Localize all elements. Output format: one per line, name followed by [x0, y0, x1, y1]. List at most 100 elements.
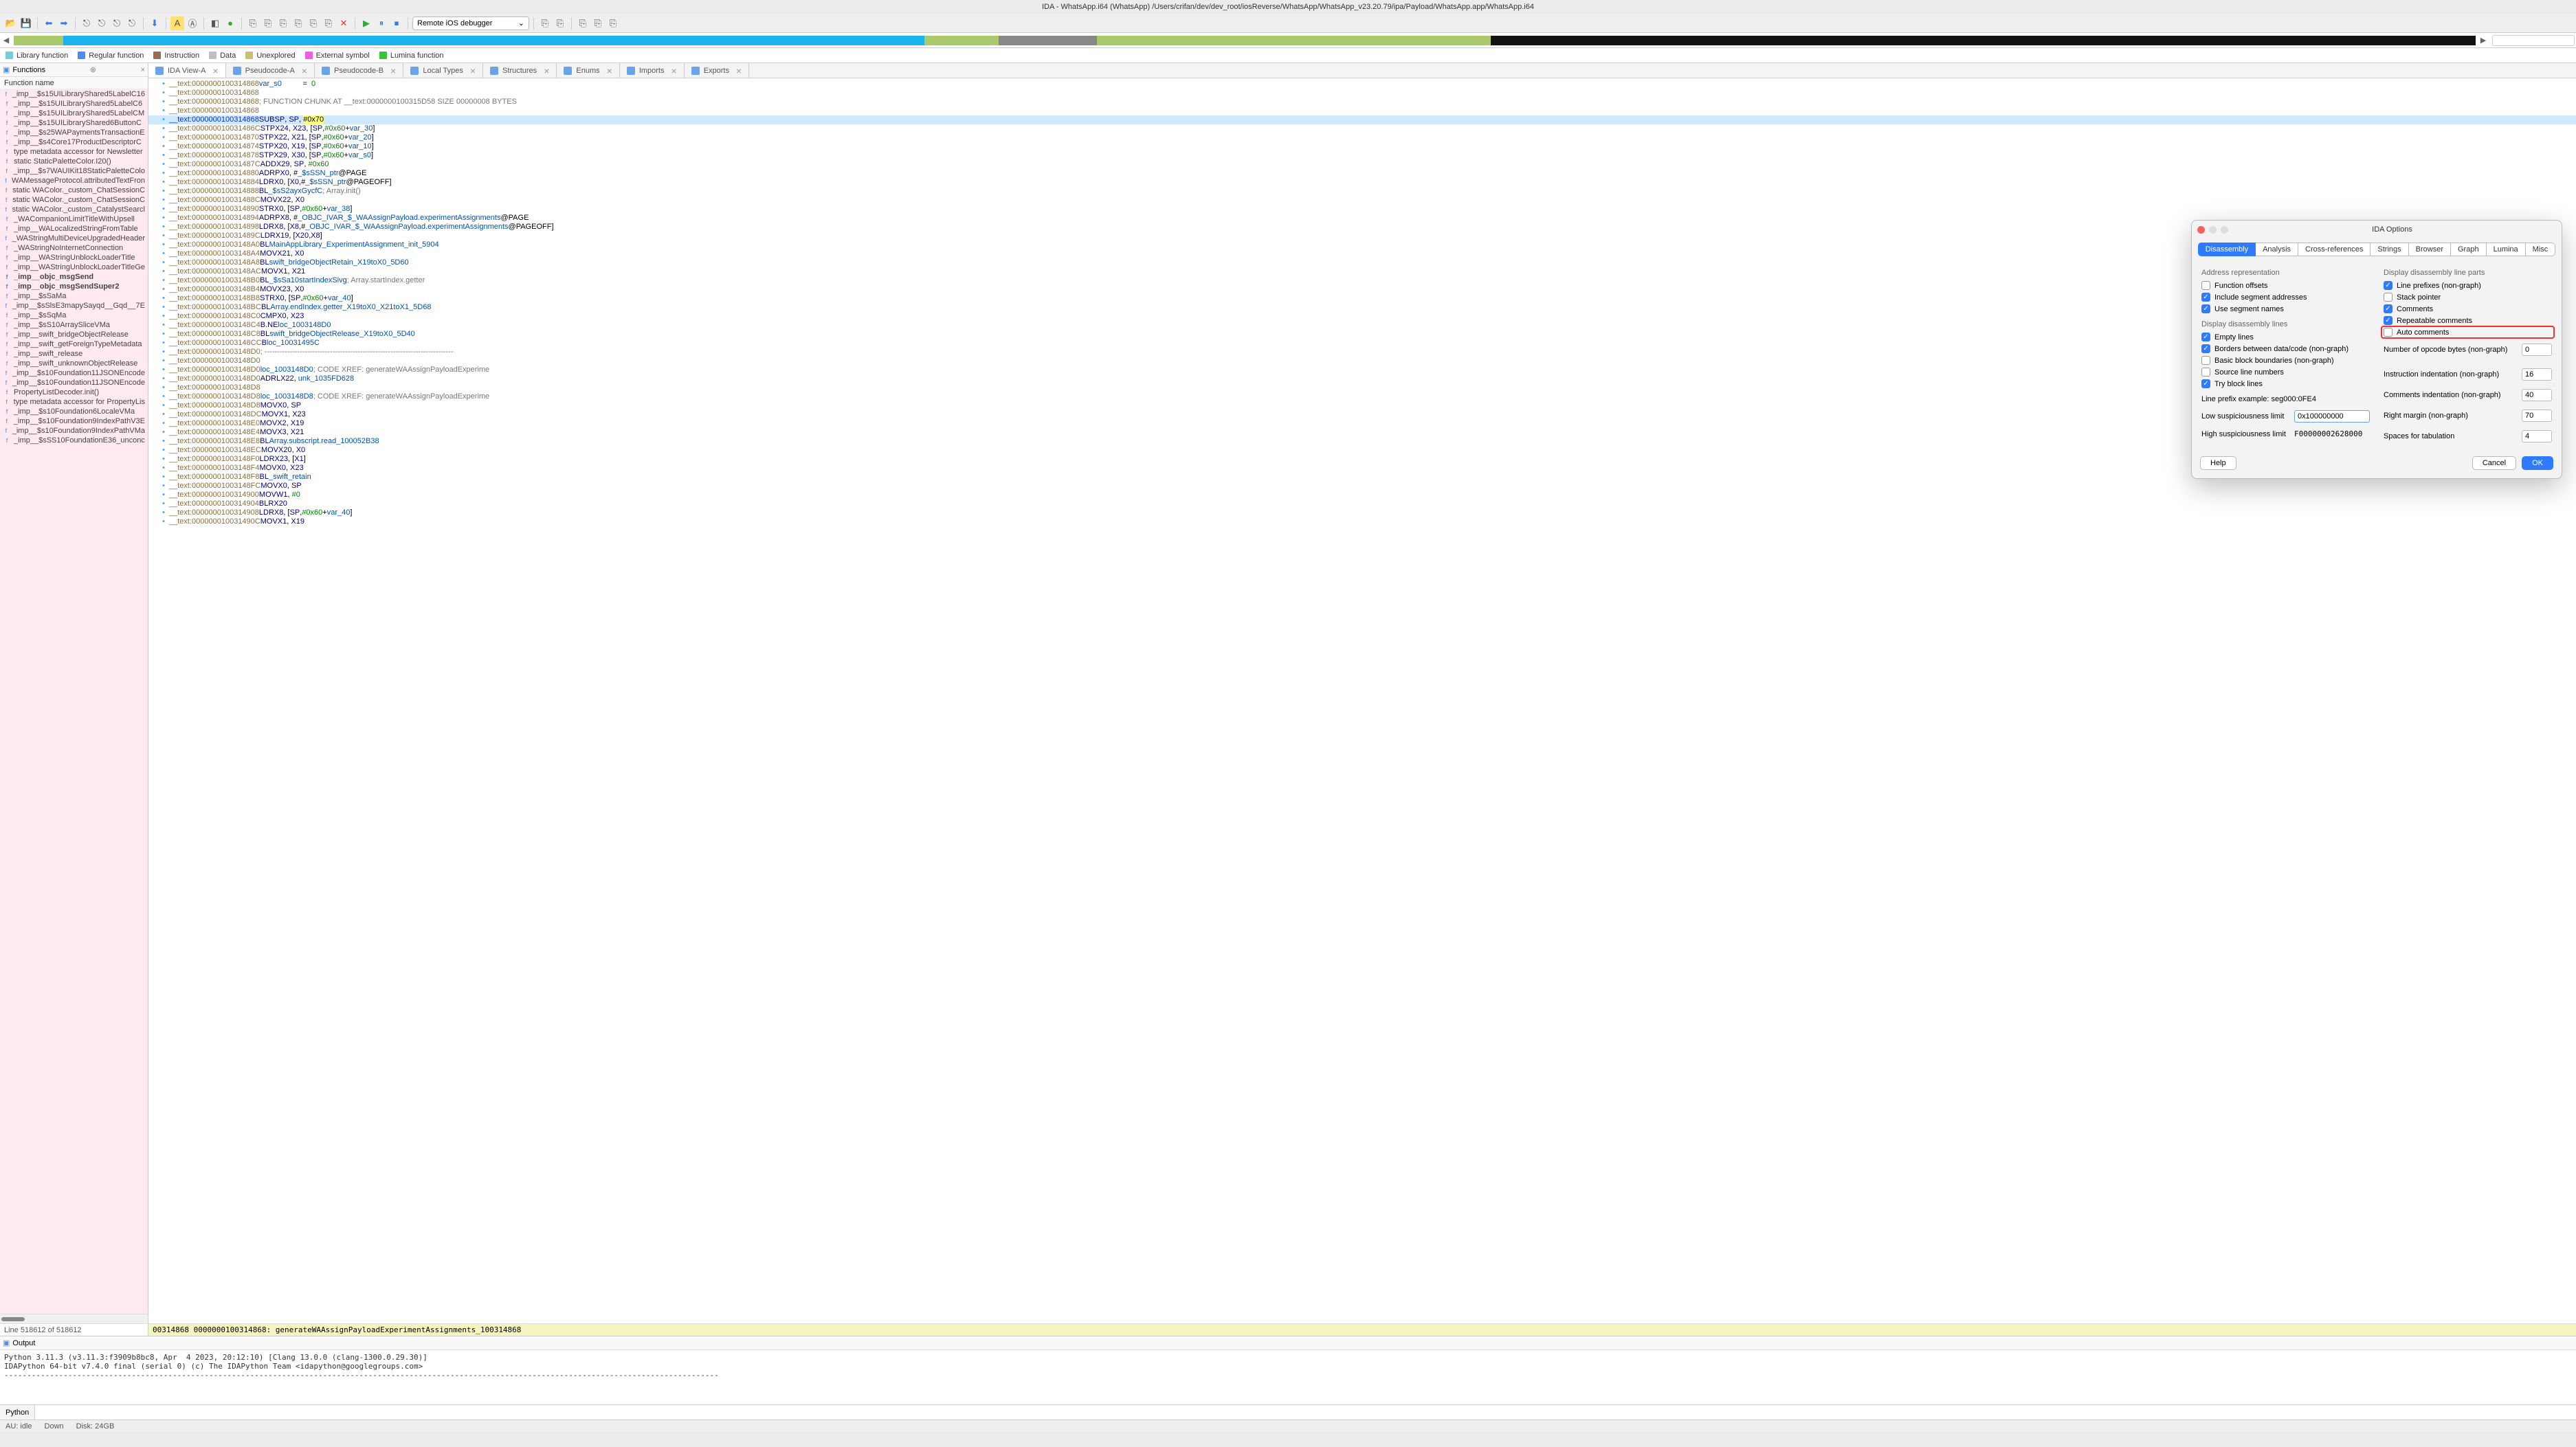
function-row[interactable]: f_imp__$s10Foundation11JSONEncode: [0, 368, 148, 378]
close-icon[interactable]: ×: [607, 65, 612, 76]
function-row[interactable]: f_imp__$s15UILibraryShared5LabelC6: [0, 99, 148, 109]
function-row[interactable]: f_imp__$sSS10FoundationE36_unconc: [0, 436, 148, 445]
tool-icon[interactable]: ⎋: [95, 16, 109, 30]
low-susp-input[interactable]: [2294, 410, 2370, 423]
checkbox-function-offsets[interactable]: Function offsets: [2201, 281, 2370, 290]
disasm-line[interactable]: • __text:0000000100314868 ; FUNCTION CHU…: [148, 98, 2576, 106]
function-row[interactable]: fstatic WAColor._custom_CatalystSearcl: [0, 205, 148, 214]
tool-icon[interactable]: ⎘: [576, 16, 590, 30]
instr-indent-input[interactable]: [2522, 368, 2552, 381]
tool-icon[interactable]: ⎘: [591, 16, 605, 30]
tool-icon[interactable]: ⎋: [80, 16, 93, 30]
disasm-line[interactable]: • __text:0000000100314888 BL _$sS2ayxGyc…: [148, 187, 2576, 196]
tool-icon[interactable]: ⎘: [261, 16, 275, 30]
disasm-line[interactable]: • __text:000000010031490C MOV X1, X19: [148, 517, 2576, 526]
tab-enums[interactable]: Enums×: [557, 63, 619, 78]
disasm-line[interactable]: • __text:0000000100314908 LDR X8, [SP,#0…: [148, 508, 2576, 517]
dialog-tab-disassembly[interactable]: Disassembly: [2198, 243, 2256, 256]
function-row[interactable]: fstatic WAColor._custom_ChatSessionC: [0, 195, 148, 205]
close-icon[interactable]: ×: [736, 65, 742, 76]
function-row[interactable]: f_imp__swift_unknownObjectRelease: [0, 359, 148, 368]
function-row[interactable]: ftype metadata accessor for Newsletter: [0, 147, 148, 157]
disasm-line[interactable]: • __text:00000001003148FC MOV X0, SP: [148, 482, 2576, 491]
checkbox-empty-lines[interactable]: ✓Empty lines: [2201, 333, 2370, 341]
opcode-bytes-input[interactable]: [2522, 344, 2552, 356]
dialog-tab-browser[interactable]: Browser: [2409, 243, 2451, 256]
function-row[interactable]: fPropertyListDecoder.init(): [0, 388, 148, 397]
tab-pseudocode-b[interactable]: Pseudocode-B×: [315, 63, 403, 78]
checkbox-try-block[interactable]: ✓Try block lines: [2201, 379, 2370, 388]
disasm-line[interactable]: • __text:0000000100314880 ADRP X0, #_$sS…: [148, 169, 2576, 178]
tool-icon[interactable]: ⎘: [307, 16, 320, 30]
open-icon[interactable]: 📂: [4, 16, 18, 30]
run-icon[interactable]: ▶: [359, 16, 373, 30]
tab-imports[interactable]: Imports×: [620, 63, 685, 78]
function-row[interactable]: f_imp__$s7WAUIKit18StaticPaletteColo: [0, 166, 148, 176]
function-row[interactable]: fWAMessageProtocol.attributedTextFron: [0, 176, 148, 186]
text-icon[interactable]: Ⓐ: [186, 16, 199, 30]
disasm-line[interactable]: • __text:0000000100314890 STR X0, [SP,#0…: [148, 205, 2576, 214]
tool-icon[interactable]: ⎘: [553, 16, 567, 30]
function-row[interactable]: f_imp__swift_release: [0, 349, 148, 359]
close-icon[interactable]: ×: [212, 65, 218, 76]
tabulation-input[interactable]: [2522, 430, 2552, 442]
disasm-line[interactable]: • __text:0000000100314868 SUB SP, SP, #0…: [148, 115, 2576, 124]
checkbox-line-prefix[interactable]: ✓Line prefixes (non-graph): [2384, 281, 2552, 290]
save-icon[interactable]: 💾: [19, 16, 33, 30]
function-row[interactable]: f_imp__$s10Foundation6LocaleVMa: [0, 407, 148, 416]
tab-ida-view-a[interactable]: IDA View-A×: [148, 63, 226, 78]
close-icon[interactable]: ×: [470, 65, 476, 76]
close-icon[interactable]: ×: [671, 65, 677, 76]
checkbox-comments[interactable]: ✓Comments: [2384, 304, 2552, 313]
functions-list[interactable]: f_imp__$s15UILibraryShared5LabelC16f_imp…: [0, 89, 148, 1314]
nav-colorbar[interactable]: [14, 36, 2476, 45]
disasm-line[interactable]: • __text:0000000100314900 MOV W1, #0: [148, 491, 2576, 500]
close-icon[interactable]: ⊗: [90, 65, 96, 74]
checkbox-source-lines[interactable]: Source line numbers: [2201, 368, 2370, 377]
function-row[interactable]: f_imp__$sSaMa: [0, 291, 148, 301]
function-row[interactable]: fstatic WAColor._custom_ChatSessionC: [0, 186, 148, 195]
tab-exports[interactable]: Exports×: [685, 63, 749, 78]
tool-icon[interactable]: ⎋: [110, 16, 124, 30]
tool-icon[interactable]: ⎘: [606, 16, 620, 30]
function-row[interactable]: f_WAStringMultiDeviceUpgradedHeader: [0, 234, 148, 243]
checkbox-basic-block[interactable]: Basic block boundaries (non-graph): [2201, 356, 2370, 365]
checkbox-stack-pointer[interactable]: Stack pointer: [2384, 293, 2552, 302]
function-row[interactable]: f_imp__$s10Foundation9IndexPathVMa: [0, 426, 148, 436]
console-prompt[interactable]: Python: [0, 1405, 35, 1420]
checkbox-include-seg[interactable]: ✓Include segment addresses: [2201, 293, 2370, 302]
circle-icon[interactable]: ●: [223, 16, 237, 30]
tool-icon[interactable]: ⎘: [291, 16, 305, 30]
dialog-tab-cross-references[interactable]: Cross-references: [2298, 243, 2370, 256]
debugger-select[interactable]: Remote iOS debugger ⌄: [412, 16, 529, 30]
text-icon[interactable]: A: [170, 16, 184, 30]
forward-icon[interactable]: ➡: [57, 16, 71, 30]
disasm-line[interactable]: • __text:0000000100314868 var_s0 = 0: [148, 80, 2576, 89]
close-icon[interactable]: [2197, 226, 2205, 234]
right-margin-input[interactable]: [2522, 410, 2552, 422]
function-row[interactable]: f_imp__WALocalizedStringFromTable: [0, 224, 148, 234]
output-body[interactable]: Python 3.11.3 (v3.11.3:f3909b8bc8, Apr 4…: [0, 1350, 2576, 1404]
console-text-input[interactable]: [35, 1405, 2576, 1420]
cancel-button[interactable]: Cancel: [2472, 456, 2516, 470]
disasm-line[interactable]: • __text:0000000100314868: [148, 106, 2576, 115]
disasm-line[interactable]: • __text:0000000100314878 STP X29, X30, …: [148, 151, 2576, 160]
dialog-tab-strings[interactable]: Strings: [2370, 243, 2408, 256]
checkbox-borders[interactable]: ✓Borders between data/code (non-graph): [2201, 344, 2370, 353]
ok-button[interactable]: OK: [2522, 456, 2553, 470]
function-row[interactable]: f_imp__$s4Core17ProductDescriptorC: [0, 137, 148, 147]
function-row[interactable]: f_WACompanionLimitTitleWithUpsell: [0, 214, 148, 224]
comment-indent-input[interactable]: [2522, 389, 2552, 401]
down-icon[interactable]: ⬇: [148, 16, 162, 30]
delete-icon[interactable]: ✕: [337, 16, 351, 30]
function-row[interactable]: f_imp__$sSlsE3mapySayqd__Gqd__7E: [0, 301, 148, 311]
function-row[interactable]: f_imp__$sS10ArraySliceVMa: [0, 320, 148, 330]
function-row[interactable]: f_imp__$s15UILibraryShared5LabelC16: [0, 89, 148, 99]
function-row[interactable]: f_imp__WAStringUnblockLoaderTitle: [0, 253, 148, 262]
column-header[interactable]: Function name: [0, 77, 148, 89]
function-row[interactable]: f_imp__$s10Foundation9IndexPathV3E: [0, 416, 148, 426]
nav-left-icon[interactable]: ◀: [1, 36, 11, 45]
tab-structures[interactable]: Structures×: [483, 63, 557, 78]
function-row[interactable]: f_imp__$s15UILibraryShared6ButtonC: [0, 118, 148, 128]
function-row[interactable]: f_imp__swift_getForeignTypeMetadata: [0, 339, 148, 349]
